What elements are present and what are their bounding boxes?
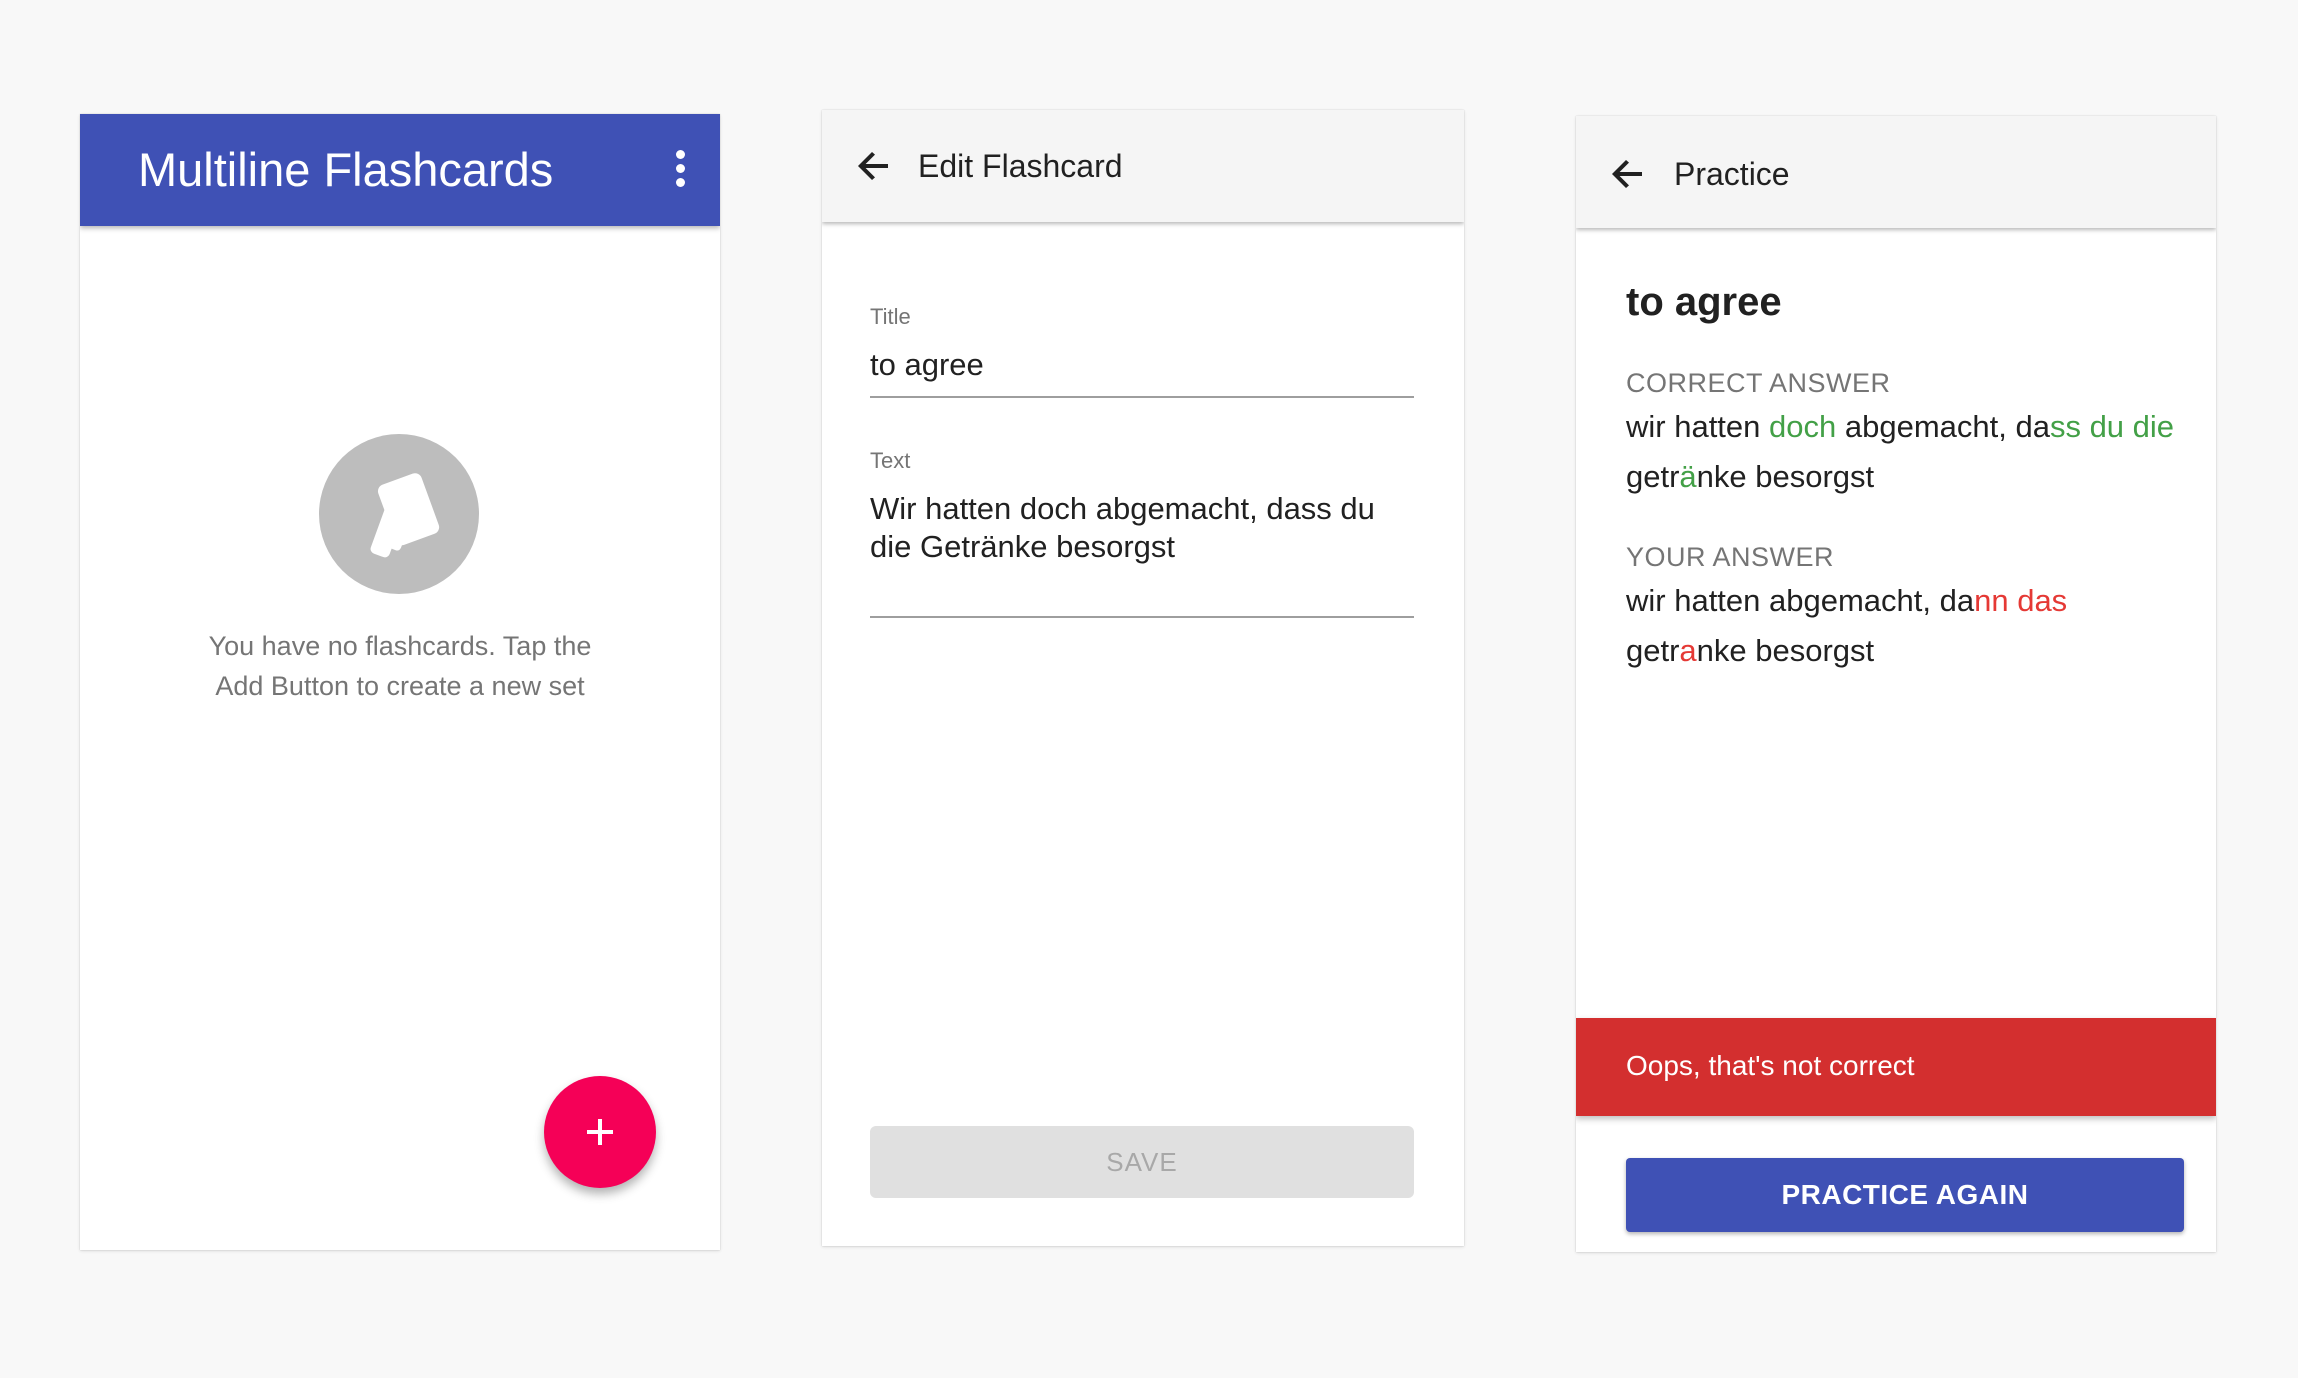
app-bar: Practice	[1576, 116, 2216, 228]
your-answer-label: YOUR ANSWER	[1626, 542, 1835, 572]
answer-segment: ss du die	[2049, 409, 2175, 444]
correct-answer-text: wir hatten doch abgemacht, dass du die g…	[1626, 402, 2186, 502]
answer-segment: nn das	[1974, 583, 2068, 618]
arrow-back-icon[interactable]	[1604, 150, 1652, 198]
page-title: Edit Flashcard	[918, 148, 1123, 184]
practice-screen: Practice to agree CORRECT ANSWER wir hat…	[1576, 116, 2216, 1252]
correct-answer-label: CORRECT ANSWER	[1626, 368, 1891, 398]
title-field-label: Title	[870, 304, 911, 329]
answer-segment: getr	[1626, 459, 1680, 494]
text-field-label: Text	[870, 448, 911, 473]
practice-again-button[interactable]: PRACTICE AGAIN	[1626, 1158, 2184, 1232]
answer-segment: doch	[1769, 409, 1837, 444]
arrow-back-icon[interactable]	[850, 142, 898, 190]
cards-icon	[319, 434, 479, 594]
title-field[interactable]: to agree	[870, 346, 1414, 384]
plus-icon	[587, 1119, 613, 1145]
card-title: to agree	[1626, 280, 1782, 324]
answer-segment: wir hatten abgemacht, da	[1626, 583, 1975, 618]
text-field[interactable]: Wir hatten doch abgemacht, dass du die G…	[870, 490, 1414, 566]
answer-segment: nke besorgst	[1696, 633, 1875, 668]
app-bar: Edit Flashcard	[822, 110, 1464, 222]
app-title: Multiline Flashcards	[138, 143, 554, 196]
answer-segment: getr	[1626, 633, 1680, 668]
page-title: Practice	[1674, 156, 1790, 192]
text-field-underline	[870, 616, 1414, 618]
add-button[interactable]	[544, 1076, 656, 1188]
error-snackbar: Oops, that's not correct	[1576, 1018, 2216, 1116]
more-vert-icon[interactable]	[674, 150, 686, 190]
title-field-underline	[870, 396, 1414, 398]
answer-segment: nke besorgst	[1696, 459, 1875, 494]
edit-flashcard-screen: Edit Flashcard Title to agree Text Wir h…	[822, 110, 1464, 1246]
app-bar: Multiline Flashcards	[80, 114, 720, 226]
snackbar-message: Oops, that's not correct	[1626, 1050, 1915, 1081]
your-answer-text: wir hatten abgemacht, dann das getranke …	[1626, 576, 2186, 676]
answer-segment: ä	[1679, 459, 1697, 494]
save-button[interactable]: SAVE	[870, 1126, 1414, 1198]
home-screen: Multiline Flashcards You have no flashca…	[80, 114, 720, 1250]
answer-segment: wir hatten	[1626, 409, 1770, 444]
empty-state-message: You have no flashcards. Tap the Add Butt…	[208, 631, 592, 701]
answer-segment: abgemacht, da	[1836, 409, 2050, 444]
answer-segment: a	[1679, 633, 1697, 668]
